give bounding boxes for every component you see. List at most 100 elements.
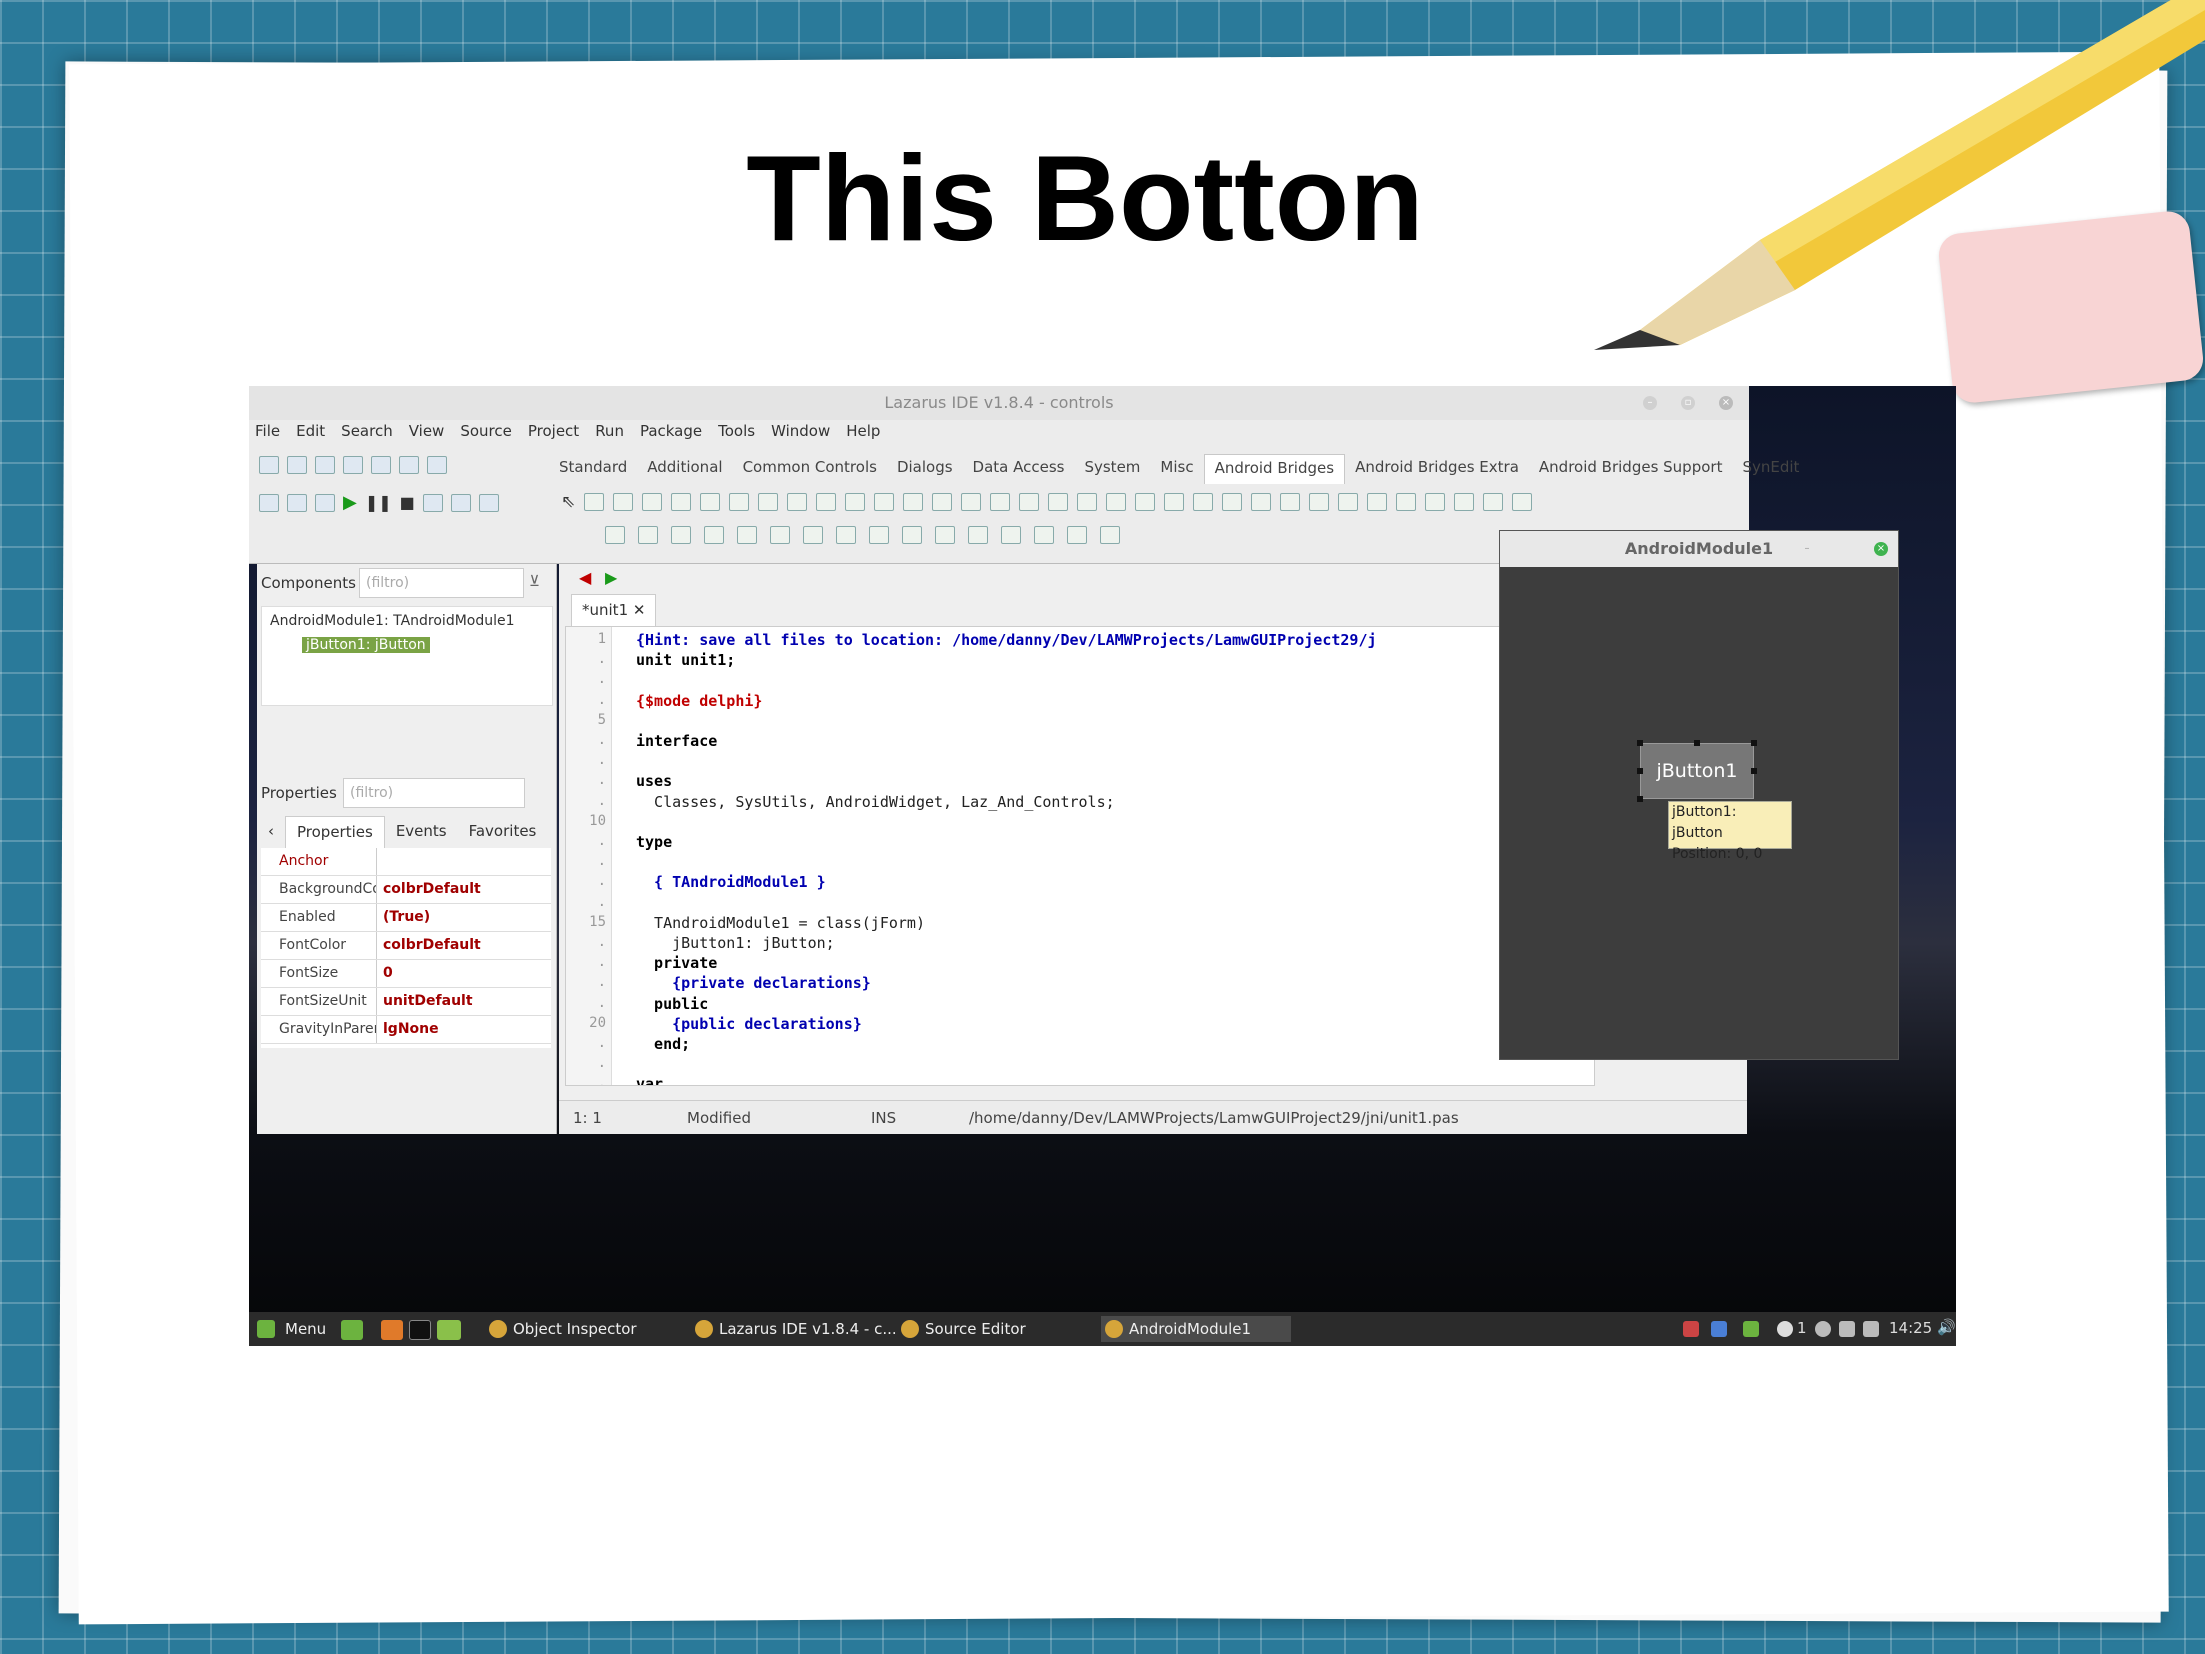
shield-icon[interactable] <box>1683 1321 1699 1337</box>
toggle-form-icon[interactable] <box>399 456 419 474</box>
component-icon[interactable] <box>638 526 658 544</box>
component-icon[interactable] <box>613 493 634 511</box>
component-icon[interactable] <box>1512 493 1533 511</box>
save-icon[interactable] <box>343 456 363 474</box>
resize-handle[interactable] <box>1637 768 1643 774</box>
component-icon[interactable] <box>903 493 924 511</box>
component-icon[interactable] <box>902 526 922 544</box>
component-icon[interactable] <box>584 493 605 511</box>
component-icon[interactable] <box>1309 493 1330 511</box>
menu-source[interactable]: Source <box>460 422 512 448</box>
code-area[interactable]: 1... 5.... 10.... 15.... 20... {Hint: save a… <box>565 626 1595 1086</box>
menu-search[interactable]: Search <box>341 422 393 448</box>
menu-tools[interactable]: Tools <box>718 422 755 448</box>
menu-help[interactable]: Help <box>846 422 880 448</box>
menu-window[interactable]: Window <box>771 422 830 448</box>
property-value[interactable]: 0 <box>377 960 551 987</box>
filter-clear-icon[interactable]: ⊻ <box>529 572 540 590</box>
close-tab-icon[interactable]: ✕ <box>633 601 646 619</box>
property-row[interactable]: FontSize 0 <box>261 960 551 988</box>
view-forms-icon[interactable] <box>259 493 279 512</box>
property-value[interactable]: colbrDefault <box>377 932 551 959</box>
save-all-icon[interactable] <box>371 456 391 474</box>
toggle-view-icon[interactable] <box>287 493 307 512</box>
component-icon[interactable] <box>700 493 721 511</box>
tab-common-controls[interactable]: Common Controls <box>733 454 887 484</box>
pointer-tool-icon[interactable]: ⇖ <box>561 492 575 512</box>
component-icon[interactable] <box>1001 526 1021 544</box>
resize-handle[interactable] <box>1637 796 1643 802</box>
tree-item-jbutton1[interactable]: jButton1: jButton <box>302 637 430 653</box>
forward-arrow-icon[interactable]: ▶ <box>605 568 617 587</box>
component-icon[interactable] <box>1338 493 1359 511</box>
step-into-icon[interactable] <box>422 493 443 512</box>
network-icon[interactable] <box>1839 1321 1855 1337</box>
component-icon[interactable] <box>836 526 856 544</box>
menu-view[interactable]: View <box>409 422 445 448</box>
component-icon[interactable] <box>671 493 692 511</box>
property-value[interactable]: colbrDefault <box>377 876 551 903</box>
component-icon[interactable] <box>729 493 750 511</box>
view-units-icon[interactable] <box>427 456 447 474</box>
menu-file[interactable]: File <box>255 422 280 448</box>
properties-filter-input[interactable]: (filtro) <box>343 778 525 808</box>
component-icon[interactable] <box>1396 493 1417 511</box>
tab-synedit[interactable]: SynEdit <box>1732 454 1809 484</box>
tab-misc[interactable]: Misc <box>1150 454 1203 484</box>
component-icon[interactable] <box>1048 493 1069 511</box>
component-icon[interactable] <box>990 493 1011 511</box>
component-icon[interactable] <box>1100 526 1120 544</box>
component-icon[interactable] <box>1367 493 1388 511</box>
start-menu-button[interactable]: Menu <box>253 1316 326 1342</box>
property-value[interactable]: (True) <box>377 904 551 931</box>
user-icon[interactable] <box>1815 1321 1831 1337</box>
bluetooth-icon[interactable] <box>1711 1321 1727 1337</box>
maximize-icon[interactable]: ▫ <box>1681 396 1695 410</box>
show-desktop-icon[interactable] <box>341 1320 363 1340</box>
component-icon[interactable] <box>932 493 953 511</box>
component-icon[interactable] <box>758 493 779 511</box>
tab-android-bridges[interactable]: Android Bridges <box>1203 454 1346 484</box>
run-icon[interactable]: ▶ <box>343 492 357 513</box>
property-row[interactable]: GravityInParentlgNone <box>261 1016 551 1044</box>
component-icon[interactable] <box>787 493 808 511</box>
resize-handle[interactable] <box>1637 740 1643 746</box>
component-icon[interactable] <box>869 526 889 544</box>
property-row[interactable]: FontColor colbrDefault <box>261 932 551 960</box>
menu-project[interactable]: Project <box>528 422 579 448</box>
component-icon[interactable] <box>1106 493 1127 511</box>
component-icon[interactable] <box>845 493 866 511</box>
task-source-editor[interactable]: Source Editor <box>897 1316 1026 1342</box>
tab-scroll-left-icon[interactable]: ‹ <box>257 816 285 848</box>
component-icon[interactable] <box>770 526 790 544</box>
new-unit-icon[interactable] <box>259 456 279 474</box>
component-icon[interactable] <box>1454 493 1475 511</box>
task-object-inspector[interactable]: Object Inspector <box>485 1316 637 1342</box>
volume-icon[interactable]: 🔊 <box>1937 1318 1956 1336</box>
component-icon[interactable] <box>1019 493 1040 511</box>
component-icon[interactable] <box>816 493 837 511</box>
property-value[interactable]: lgNone <box>377 1016 551 1043</box>
tab-properties[interactable]: Properties <box>285 816 385 848</box>
tree-item-root[interactable]: AndroidModule1: TAndroidModule1 <box>270 613 515 629</box>
menu-edit[interactable]: Edit <box>296 422 325 448</box>
property-row[interactable]: BackgroundColocolbrDefault <box>261 876 551 904</box>
component-icon[interactable] <box>874 493 895 511</box>
component-icon[interactable] <box>1483 493 1504 511</box>
component-icon[interactable] <box>1135 493 1156 511</box>
resize-handle[interactable] <box>1694 740 1700 746</box>
open-icon[interactable] <box>315 456 335 474</box>
component-icon[interactable] <box>935 526 955 544</box>
component-icon[interactable] <box>737 526 757 544</box>
component-icon[interactable] <box>1193 493 1214 511</box>
firefox-icon[interactable] <box>381 1320 403 1340</box>
components-filter-input[interactable]: (filtro) <box>359 568 524 598</box>
component-icon[interactable] <box>1251 493 1272 511</box>
component-icon[interactable] <box>1077 493 1098 511</box>
component-icon[interactable] <box>968 526 988 544</box>
clipboard-icon[interactable] <box>1863 1321 1879 1337</box>
task-lazarus-ide[interactable]: Lazarus IDE v1.8.4 - c... <box>691 1316 897 1342</box>
component-icon[interactable] <box>704 526 724 544</box>
minimize-icon[interactable]: – <box>1800 542 1814 556</box>
stop-icon[interactable]: ■ <box>400 493 415 512</box>
